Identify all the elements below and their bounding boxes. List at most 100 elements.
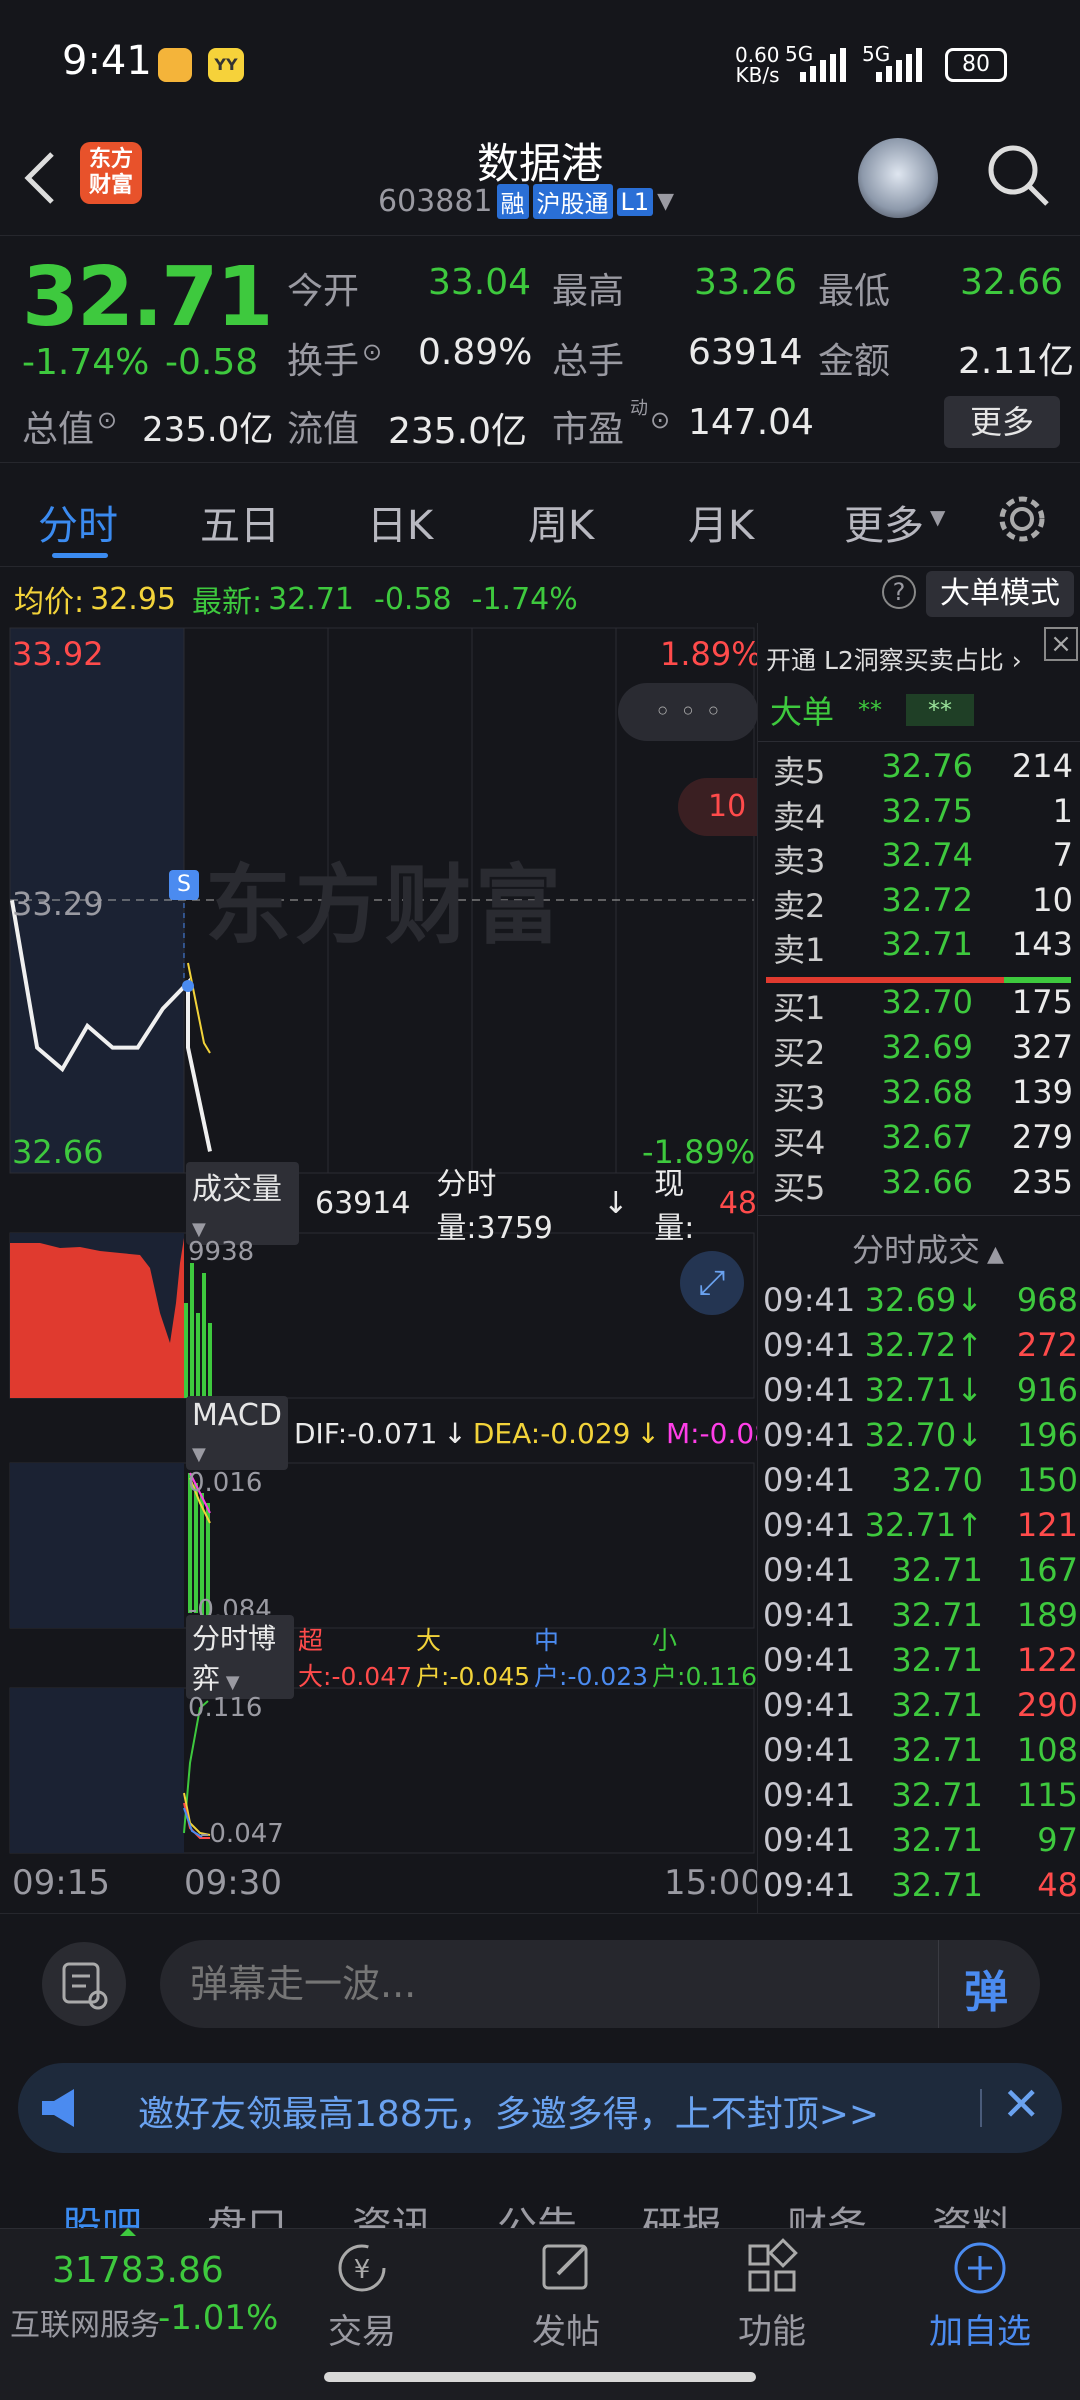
avg-info: 均价: 32.95 最新: 32.71 -0.58 -1.74%: [14, 577, 578, 621]
intraday-chart[interactable]: 33.92 1.89% 33.29 32.66 -1.89% 东方财富 S ◦ …: [0, 623, 819, 1913]
change-value: -0.58: [165, 342, 259, 383]
tab-announcements[interactable]: 公告: [497, 2194, 577, 2232]
ask-row[interactable]: 卖1 32.71 143: [768, 925, 1073, 970]
index-pct[interactable]: -1.01%: [158, 2298, 278, 2338]
tick-row: 09:41 32.70 150: [763, 1461, 1078, 1507]
alert-badge[interactable]: 10: [678, 778, 758, 836]
amount-label: 金额: [818, 341, 891, 382]
big-order-stars-1: **: [858, 696, 883, 724]
invite-banner[interactable]: 邀好友领最高188元，多邀多得，上不封顶>> ✕: [18, 2063, 1062, 2153]
robot-avatar-icon[interactable]: [858, 138, 938, 218]
ticks-title[interactable]: 分时成交 ▲: [852, 1225, 1004, 1271]
tab-profile[interactable]: 资料: [932, 2194, 1012, 2232]
tick-row: 09:41 32.71↑ 121: [763, 1506, 1078, 1552]
l2-promo-link[interactable]: 开通 L2洞察买卖占比 ›: [766, 641, 1022, 677]
volume-minute: 分时量:3759: [436, 1167, 553, 1246]
bid-row[interactable]: 买1 32.70 175: [768, 983, 1073, 1028]
ask-row[interactable]: 卖5 32.76 214: [768, 747, 1073, 792]
tab-news[interactable]: 资讯: [352, 2194, 432, 2232]
macd-top: 0.016: [188, 1468, 263, 1498]
settings-gear-icon[interactable]: [996, 493, 1048, 545]
danmu-input[interactable]: [190, 1956, 750, 2012]
bid-row[interactable]: 买3 32.68 139: [768, 1073, 1073, 1118]
open-label: 今开: [287, 271, 360, 312]
trade-button[interactable]: ¥ 交易: [322, 2238, 402, 2353]
tab-monthly-k[interactable]: 月K: [688, 493, 754, 551]
bid-level: 买4: [773, 1124, 826, 1162]
tab-guba[interactable]: 股吧: [62, 2194, 142, 2232]
tab-more[interactable]: 更多: [844, 493, 924, 551]
danmu-toggle-button[interactable]: [42, 1942, 126, 2026]
bid-volume: 139: [1011, 1073, 1073, 1111]
arrow-down-icon: ↓: [636, 1416, 660, 1450]
bid-row[interactable]: 买2 32.69 327: [768, 1028, 1073, 1073]
bid-volume: 235: [1011, 1163, 1073, 1201]
ask-level: 卖1: [773, 931, 826, 969]
watermark: 东方财富: [205, 856, 565, 956]
volume-header: 成交量 ▼ 63914 分时量:3759 ↓ 现量: 48: [186, 1161, 757, 1246]
add-watchlist-button[interactable]: 加自选: [920, 2238, 1040, 2353]
tab-five-day[interactable]: 五日: [200, 493, 280, 551]
bid-price: 32.68: [881, 1073, 973, 1111]
tick-price: 32.71: [891, 1866, 983, 1904]
danmu-input-wrapper[interactable]: 弹: [160, 1940, 1040, 2028]
caret-down-icon[interactable]: ▼: [657, 189, 674, 214]
danmu-send-button[interactable]: 弹: [964, 1956, 1008, 2020]
ask-price: 32.75: [881, 791, 973, 830]
bid-level: 买3: [773, 1079, 826, 1117]
index-value[interactable]: 31783.86: [52, 2250, 224, 2291]
tick-row: 09:41 32.71↓ 916: [763, 1371, 1078, 1417]
tab-finance[interactable]: 财务: [787, 2194, 867, 2232]
tab-intraday[interactable]: 分时: [38, 493, 118, 551]
banner-close-icon[interactable]: ✕: [1002, 2077, 1041, 2131]
tick-volume: 916: [1016, 1371, 1078, 1409]
ask-row[interactable]: 卖4 32.75 1: [768, 792, 1073, 837]
close-icon[interactable]: ×: [1044, 627, 1078, 661]
macd-selector[interactable]: MACD ▼: [186, 1396, 288, 1470]
ask-volume: 1: [1052, 791, 1073, 830]
tick-volume: 122: [1016, 1641, 1078, 1679]
tab-daily-k[interactable]: 日K: [367, 493, 433, 551]
quote-panel: 32.71 -1.74% -0.58 今开 33.04 最高 33.26 最低 …: [0, 235, 1080, 460]
section-tabs: 股吧 盘口 资讯 公告 研报 财务 资料: [0, 2172, 1080, 2232]
more-dots-button[interactable]: ◦ ◦ ◦: [618, 683, 758, 741]
danmu-list-icon: [62, 1962, 108, 2010]
tick-price: 32.71: [891, 1596, 983, 1634]
big-order-stars-2: **: [906, 694, 975, 726]
bid-row[interactable]: 买5 32.66 235: [768, 1163, 1073, 1208]
bid-price: 32.66: [881, 1163, 973, 1201]
current-price: 32.71: [22, 250, 273, 345]
tick-time: 09:41: [763, 1686, 856, 1724]
tab-weekly-k[interactable]: 周K: [528, 493, 594, 551]
game-zhong: 中户:-0.023: [534, 1626, 649, 1691]
bid-row[interactable]: 买4 32.67 279: [768, 1118, 1073, 1163]
index-name[interactable]: 互联网服务: [10, 2300, 160, 2344]
search-icon[interactable]: [985, 142, 1051, 208]
info-icon[interactable]: ⊙: [97, 406, 117, 434]
info-icon[interactable]: ⊙: [650, 406, 670, 434]
game-selector[interactable]: 分时博弈 ▼: [186, 1615, 295, 1699]
triangle-up-icon: [120, 2228, 136, 2236]
tick-price: 32.70: [891, 1461, 983, 1499]
tick-time: 09:41: [763, 1821, 856, 1859]
help-icon[interactable]: ?: [882, 575, 916, 609]
big-order-mode-button[interactable]: 大单模式: [926, 571, 1074, 617]
chart-tabs: 分时 五日 日K 周K 月K 更多 ▼: [0, 462, 1080, 567]
more-button[interactable]: 更多: [944, 396, 1060, 448]
volume-selector[interactable]: 成交量 ▼: [186, 1161, 299, 1245]
ticks-title-label: 分时成交: [852, 1231, 981, 1269]
volume-total: 63914: [314, 1185, 411, 1221]
function-button[interactable]: 功能: [732, 2238, 812, 2353]
ask-row[interactable]: 卖2 32.72 10: [768, 881, 1073, 926]
ask-row[interactable]: 卖3 32.74 7: [768, 836, 1073, 881]
bid-volume: 279: [1011, 1118, 1073, 1156]
s-marker[interactable]: S: [169, 870, 199, 900]
info-icon[interactable]: ⊙: [362, 338, 382, 366]
caret-down-icon[interactable]: ▼: [930, 505, 945, 529]
expand-icon[interactable]: ⤢: [680, 1251, 744, 1315]
tick-time: 09:41: [763, 1326, 856, 1364]
post-button[interactable]: 发帖: [526, 2238, 606, 2353]
tab-pankou[interactable]: 盘口: [207, 2194, 287, 2232]
tick-time: 09:41: [763, 1731, 856, 1769]
tab-research[interactable]: 研报: [642, 2194, 722, 2232]
